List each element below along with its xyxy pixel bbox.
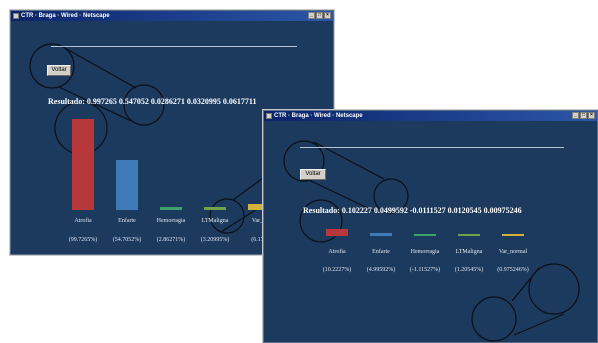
- front-bar-enfarte: [370, 232, 392, 236]
- front-category-label: Atrofia: [328, 249, 346, 255]
- back-category-label: Atrofia: [74, 218, 92, 224]
- back-percent-label: (2.86271%): [156, 237, 186, 243]
- back-title-bar[interactable]: CTR · Braga · Wired · Netscape _ □ ×: [11, 11, 333, 21]
- front-category-label: Var_normal: [498, 249, 528, 255]
- front-category-label: Enfarte: [372, 249, 390, 255]
- minimize-icon[interactable]: _: [308, 12, 315, 19]
- back-percent-label: (54.7052%): [112, 237, 142, 243]
- back-bar-atrofia: [72, 119, 94, 210]
- front-bar-ltmaligna: [458, 234, 480, 236]
- maximize-icon[interactable]: □: [316, 12, 323, 19]
- front-percent-label: (1.20545%): [454, 267, 484, 273]
- close-icon[interactable]: ×: [588, 112, 595, 119]
- front-title-bar[interactable]: CTR · Braga · Wired · Netscape _ □ ×: [264, 111, 597, 121]
- front-window-title: CTR · Braga · Wired · Netscape: [274, 113, 363, 119]
- front-separator-line: [300, 147, 564, 148]
- front-percent-label: (10.2227%): [322, 267, 352, 273]
- back-category-label: LTMaligna: [201, 218, 229, 224]
- back-result-text: Resultado: 0.997265 0.547052 0.0286271 0…: [48, 97, 257, 106]
- front-bar-atrofia: [326, 228, 348, 236]
- front-bar-hemorragia: [414, 234, 436, 236]
- back-category-label: Hemorragia: [156, 218, 186, 224]
- front-browser-window: CTR · Braga · Wired · Netscape _ □ × Vol…: [263, 110, 598, 343]
- front-bar-var-normal: [502, 234, 524, 236]
- back-separator-line: [51, 46, 297, 47]
- back-window-title: CTR · Braga · Wired · Netscape: [21, 13, 110, 19]
- front-percent-label: (-1.11527%): [409, 267, 441, 273]
- back-percent-label: (99.7265%): [68, 237, 98, 243]
- back-voltar-button[interactable]: Voltar: [47, 65, 71, 76]
- front-voltar-button[interactable]: Voltar: [300, 169, 326, 180]
- back-percent-label: (3.20995%): [200, 237, 230, 243]
- back-bar-ltmaligna: [204, 207, 226, 210]
- netscape-app-icon: [13, 13, 19, 19]
- front-category-label: Hemorragia: [410, 249, 440, 255]
- netscape-app-icon: [266, 113, 272, 119]
- back-bar-hemorragia: [160, 207, 182, 210]
- front-percent-label: (4.99592%): [366, 267, 396, 273]
- back-category-label: Enfarte: [118, 218, 136, 224]
- minimize-icon[interactable]: _: [572, 112, 579, 119]
- front-result-text: Resultado: 0.102227 0.0499592 -0.0111527…: [303, 206, 522, 215]
- maximize-icon[interactable]: □: [580, 112, 587, 119]
- front-percent-label: (0.975246%): [497, 267, 529, 273]
- front-category-label: LTMaligna: [455, 249, 483, 255]
- close-icon[interactable]: ×: [324, 12, 331, 19]
- front-decorative-circles: [283, 140, 580, 342]
- back-bar-enfarte: [116, 160, 138, 210]
